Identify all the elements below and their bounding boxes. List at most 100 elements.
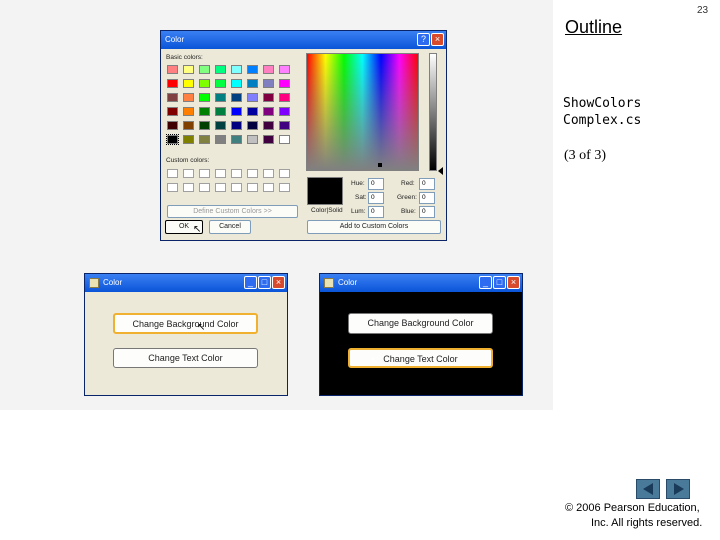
close-icon[interactable]: × — [431, 33, 444, 46]
basic-color-swatch[interactable] — [183, 135, 194, 144]
basic-color-swatch[interactable] — [231, 107, 242, 116]
copyright-line2: Inc. All rights reserved. — [591, 517, 703, 529]
basic-color-swatch[interactable] — [231, 135, 242, 144]
basic-color-swatch[interactable] — [215, 65, 226, 74]
custom-color-swatch[interactable] — [167, 169, 178, 178]
outline-link[interactable]: Outline — [565, 17, 622, 38]
custom-color-swatch[interactable] — [231, 169, 242, 178]
basic-color-swatch[interactable] — [167, 65, 178, 74]
close-icon[interactable]: × — [507, 276, 520, 289]
basic-color-swatch[interactable] — [247, 65, 258, 74]
basic-color-swatch[interactable] — [215, 79, 226, 88]
custom-color-swatch[interactable] — [263, 183, 274, 192]
basic-color-swatch[interactable] — [263, 79, 274, 88]
custom-color-swatch[interactable] — [183, 183, 194, 192]
lum-field[interactable]: 0 — [368, 206, 384, 218]
basic-color-swatch[interactable] — [183, 65, 194, 74]
basic-color-swatch[interactable] — [215, 107, 226, 116]
basic-color-swatch[interactable] — [199, 135, 210, 144]
basic-color-swatch[interactable] — [167, 107, 178, 116]
next-arrow-icon[interactable] — [666, 479, 690, 499]
custom-color-swatch[interactable] — [231, 183, 242, 192]
sat-field[interactable]: 0 — [368, 192, 384, 204]
basic-color-swatch[interactable] — [167, 93, 178, 102]
app-icon — [324, 278, 334, 288]
hue-label: Hue: — [351, 180, 365, 187]
close-icon[interactable]: × — [272, 276, 285, 289]
basic-color-swatch[interactable] — [166, 134, 179, 145]
luminosity-slider[interactable] — [429, 53, 437, 171]
custom-color-swatch[interactable] — [247, 169, 258, 178]
basic-color-swatch[interactable] — [199, 107, 210, 116]
add-to-custom-colors-button[interactable]: Add to Custom Colors — [307, 220, 441, 234]
blue-field[interactable]: 0 — [419, 206, 435, 218]
red-label: Red: — [401, 180, 415, 187]
custom-color-swatch[interactable] — [279, 183, 290, 192]
custom-color-swatch[interactable] — [263, 169, 274, 178]
custom-color-swatch[interactable] — [199, 169, 210, 178]
basic-color-swatch[interactable] — [199, 93, 210, 102]
custom-color-swatch[interactable] — [167, 183, 178, 192]
basic-color-swatch[interactable] — [183, 93, 194, 102]
minimize-icon[interactable]: _ — [479, 276, 492, 289]
basic-color-swatch[interactable] — [183, 79, 194, 88]
basic-color-swatch[interactable] — [247, 107, 258, 116]
basic-color-swatch[interactable] — [279, 79, 290, 88]
basic-color-swatch[interactable] — [231, 79, 242, 88]
basic-color-swatch[interactable] — [231, 65, 242, 74]
basic-color-swatch[interactable] — [279, 93, 290, 102]
maximize-icon[interactable]: □ — [258, 276, 271, 289]
basic-color-swatch[interactable] — [183, 121, 194, 130]
custom-color-swatch[interactable] — [279, 169, 290, 178]
custom-color-swatch[interactable] — [199, 183, 210, 192]
red-field[interactable]: 0 — [419, 178, 435, 190]
basic-color-swatch[interactable] — [199, 65, 210, 74]
basic-color-swatch[interactable] — [231, 121, 242, 130]
basic-color-swatch[interactable] — [167, 121, 178, 130]
basic-color-swatch[interactable] — [263, 93, 274, 102]
basic-color-swatch[interactable] — [263, 121, 274, 130]
green-field[interactable]: 0 — [419, 192, 435, 204]
help-icon[interactable]: ? — [417, 33, 430, 46]
basic-color-swatch[interactable] — [199, 79, 210, 88]
custom-color-swatch[interactable] — [183, 169, 194, 178]
basic-color-swatch[interactable] — [279, 135, 290, 144]
change-background-color-button[interactable]: Change Background Color — [348, 313, 493, 334]
define-custom-colors-button[interactable]: Define Custom Colors >> — [167, 205, 298, 218]
change-background-color-button[interactable]: Change Background Color — [113, 313, 258, 334]
color-spectrum[interactable] — [306, 53, 419, 171]
basic-colors-label: Basic colors: — [166, 54, 203, 61]
basic-color-swatch[interactable] — [247, 93, 258, 102]
basic-color-swatch[interactable] — [183, 107, 194, 116]
change-text-color-button[interactable]: Change Text Color — [113, 348, 258, 368]
basic-color-swatch[interactable] — [215, 121, 226, 130]
page-number: 23 — [697, 5, 709, 16]
cancel-button[interactable]: Cancel — [209, 220, 251, 234]
basic-color-swatch[interactable] — [247, 135, 258, 144]
prev-arrow-icon[interactable] — [636, 479, 660, 499]
basic-color-swatch[interactable] — [247, 121, 258, 130]
custom-color-swatch[interactable] — [215, 169, 226, 178]
custom-colors-label: Custom colors: — [166, 157, 210, 164]
basic-color-swatch[interactable] — [231, 93, 242, 102]
luminosity-arrow-icon[interactable] — [438, 167, 443, 175]
hue-field[interactable]: 0 — [368, 178, 384, 190]
minimize-icon[interactable]: _ — [244, 276, 257, 289]
basic-color-swatch[interactable] — [279, 107, 290, 116]
basic-color-swatch[interactable] — [215, 135, 226, 144]
file-name-line1: ShowColors — [563, 96, 642, 111]
basic-color-swatch[interactable] — [199, 121, 210, 130]
basic-color-swatch[interactable] — [263, 135, 274, 144]
basic-color-swatch[interactable] — [263, 65, 274, 74]
basic-color-swatch[interactable] — [167, 79, 178, 88]
green-label: Green: — [397, 194, 417, 201]
basic-color-swatch[interactable] — [263, 107, 274, 116]
basic-color-swatch[interactable] — [279, 121, 290, 130]
basic-color-swatch[interactable] — [279, 65, 290, 74]
custom-color-swatch[interactable] — [247, 183, 258, 192]
light-window-titlebar: Color _ □ × — [85, 274, 287, 292]
custom-color-swatch[interactable] — [215, 183, 226, 192]
maximize-icon[interactable]: □ — [493, 276, 506, 289]
basic-color-swatch[interactable] — [247, 79, 258, 88]
basic-color-swatch[interactable] — [215, 93, 226, 102]
